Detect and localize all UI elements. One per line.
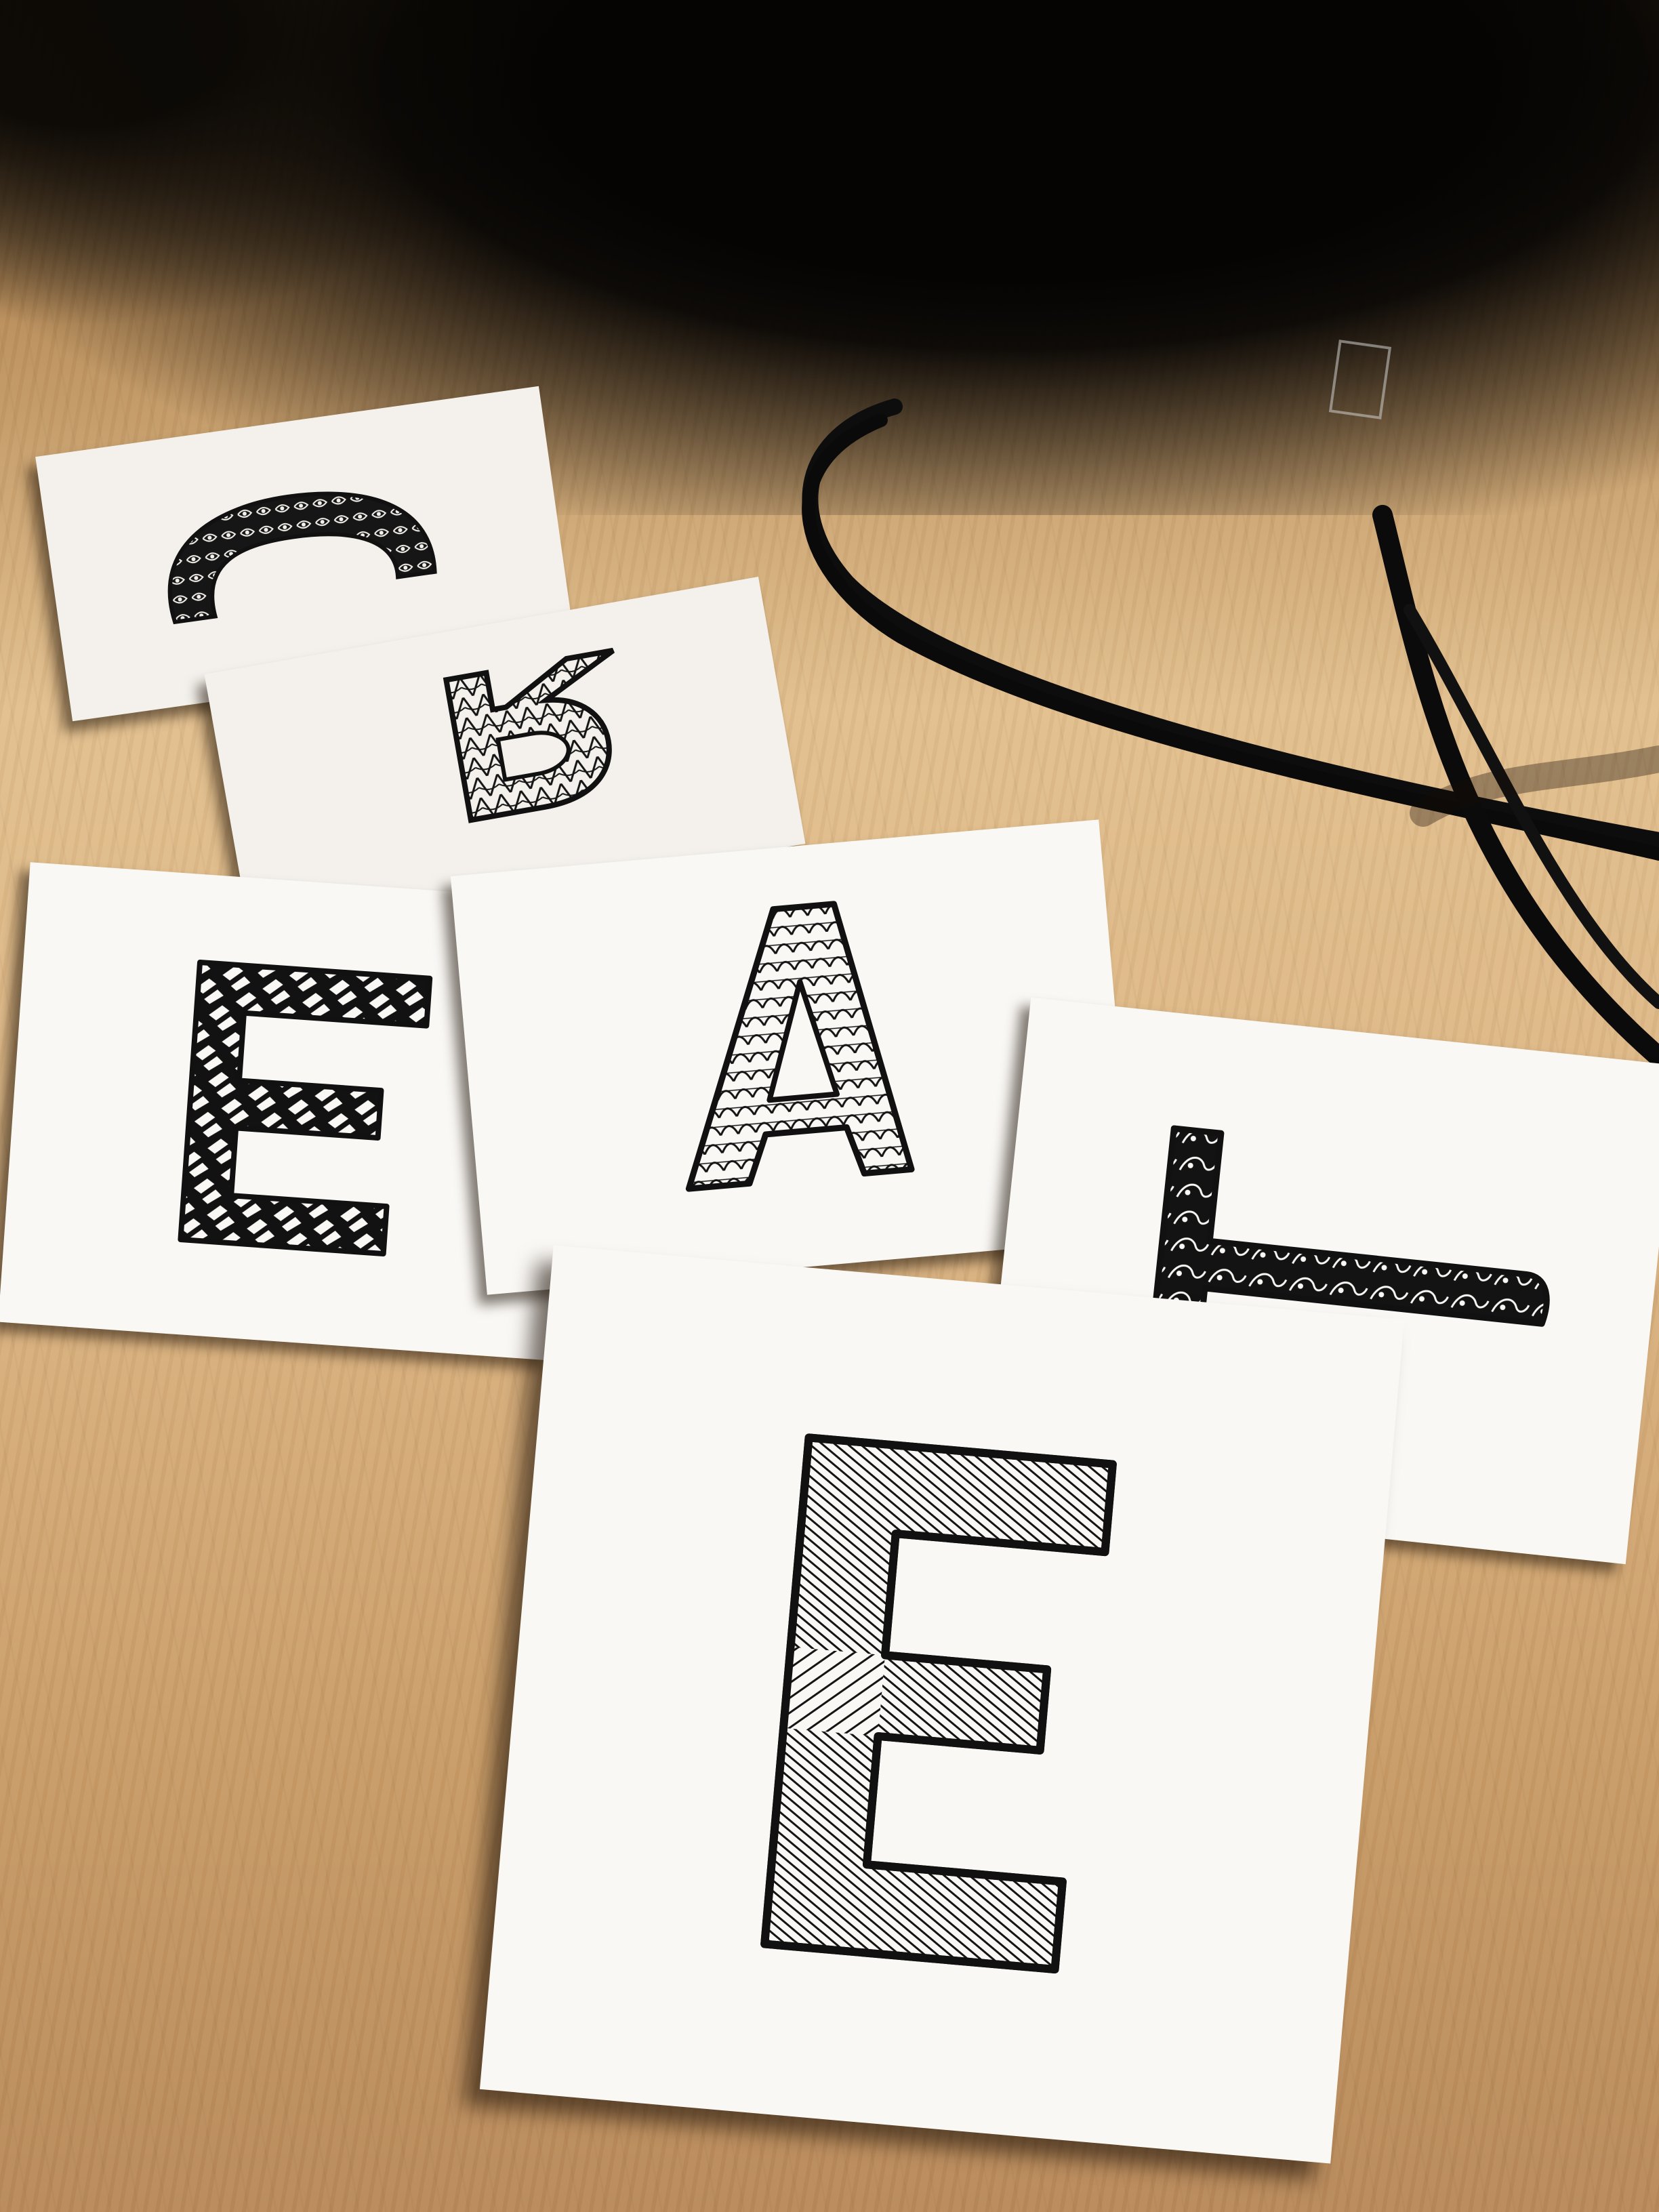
letter-e-front-drawing (760, 1433, 1117, 1974)
photo-scene (0, 0, 1659, 2212)
letter-card-e-front (479, 1245, 1405, 2164)
